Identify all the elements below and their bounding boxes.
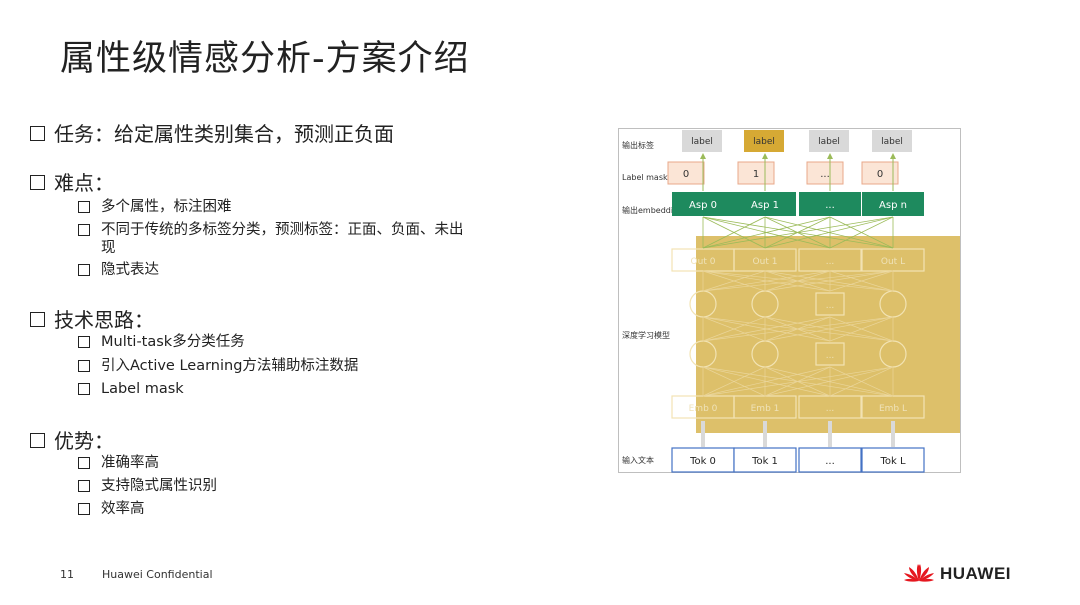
sub-bullet: 引入Active Learning方法辅助标注数据 [78, 357, 470, 375]
bullet-advantage: 优势： [30, 425, 114, 454]
aspect-label: Asp n [879, 200, 907, 211]
hidden-ellipsis: ... [826, 351, 835, 361]
sub-bullet: 支持隐式属性识别 [78, 477, 470, 495]
label-text: label [818, 137, 840, 147]
row-label-output: 输出标签 [622, 140, 654, 150]
page-number: 11 [60, 568, 74, 581]
hidden-ellipsis: ... [826, 301, 835, 311]
bullet-difficulty-heading: 难点： [54, 171, 114, 195]
slide-title: 属性级情感分析-方案介绍 [60, 39, 470, 79]
sub-bullet: 准确率高 [78, 454, 470, 472]
bullet-advantage-heading: 优势： [54, 429, 114, 453]
mask-value: 0 [877, 169, 883, 180]
checkbox-icon [78, 383, 90, 395]
out-label: Out 0 [691, 257, 716, 267]
checkbox-icon [30, 175, 45, 190]
sub-bullet-text: Label mask [101, 381, 184, 397]
bullet-approach-heading: 技术思路： [54, 308, 154, 332]
out-label: Out L [881, 257, 905, 267]
checkbox-icon [78, 201, 90, 213]
row-label-input: 输入文本 [622, 455, 654, 465]
sub-bullet-text: 支持隐式属性识别 [101, 478, 217, 494]
sub-bullet: 多个属性，标注困难 [78, 198, 470, 216]
sub-bullet-text: Multi-task多分类任务 [101, 334, 245, 350]
bullet-task-text: 任务：给定属性类别集合，预测正负面 [54, 122, 394, 146]
sub-bullet: Label mask [78, 380, 470, 398]
checkbox-icon [78, 480, 90, 492]
token-label: Tok 1 [751, 456, 778, 467]
sub-bullet-text: 引入Active Learning方法辅助标注数据 [101, 358, 359, 374]
aspect-label: ... [825, 200, 835, 211]
sub-bullet: 隐式表达 [78, 261, 470, 279]
checkbox-icon [78, 360, 90, 372]
token-label: Tok L [879, 456, 905, 467]
aspect-label: Asp 1 [751, 200, 779, 211]
row-label-model: 深度学习模型 [622, 330, 670, 340]
mask-value: ... [820, 169, 830, 180]
row-label-mask: Label mask [622, 173, 668, 182]
aspect-label: Asp 0 [689, 200, 717, 211]
bullet-approach: 技术思路： [30, 304, 154, 333]
brand-name: HUAWEI [940, 564, 1011, 583]
bullet-difficulty: 难点： [30, 167, 114, 196]
sub-bullet-text: 隐式表达 [101, 262, 159, 278]
sub-bullet: 效率高 [78, 500, 470, 518]
confidential-label: Huawei Confidential [102, 568, 213, 581]
checkbox-icon [78, 457, 90, 469]
mask-value: 0 [683, 169, 689, 180]
sub-bullet-text: 不同于传统的多标签分类，预测标签：正面、负面、未出现 [101, 222, 464, 256]
checkbox-icon [30, 312, 45, 327]
sub-bullet-text: 效率高 [101, 501, 145, 517]
sub-bullet: 不同于传统的多标签分类，预测标签：正面、负面、未出现 [78, 221, 470, 257]
checkbox-icon [78, 336, 90, 348]
sub-bullet: Multi-task多分类任务 [78, 333, 470, 351]
emb-label: Emb 1 [751, 404, 780, 414]
sub-bullet-text: 多个属性，标注困难 [101, 199, 232, 215]
checkbox-icon [30, 126, 45, 141]
emb-label: ... [826, 404, 835, 414]
mask-value: 1 [753, 169, 759, 180]
architecture-diagram: 输出标签Label mask输出embedding深度学习模型输入文本 Tok 0… [618, 128, 961, 473]
label-text: label [691, 137, 713, 147]
checkbox-icon [78, 224, 90, 236]
out-label: ... [826, 257, 835, 267]
token-label: ... [825, 456, 835, 467]
label-text: label [881, 137, 903, 147]
out-label: Out 1 [753, 257, 778, 267]
checkbox-icon [78, 264, 90, 276]
checkbox-icon [78, 503, 90, 515]
bullet-task: 任务：给定属性类别集合，预测正负面 [30, 118, 394, 147]
emb-label: Emb L [879, 404, 907, 414]
checkbox-icon [30, 433, 45, 448]
token-label: Tok 0 [689, 456, 716, 467]
sub-bullet-text: 准确率高 [101, 455, 159, 471]
label-text: label [753, 137, 775, 147]
emb-label: Emb 0 [689, 404, 718, 414]
